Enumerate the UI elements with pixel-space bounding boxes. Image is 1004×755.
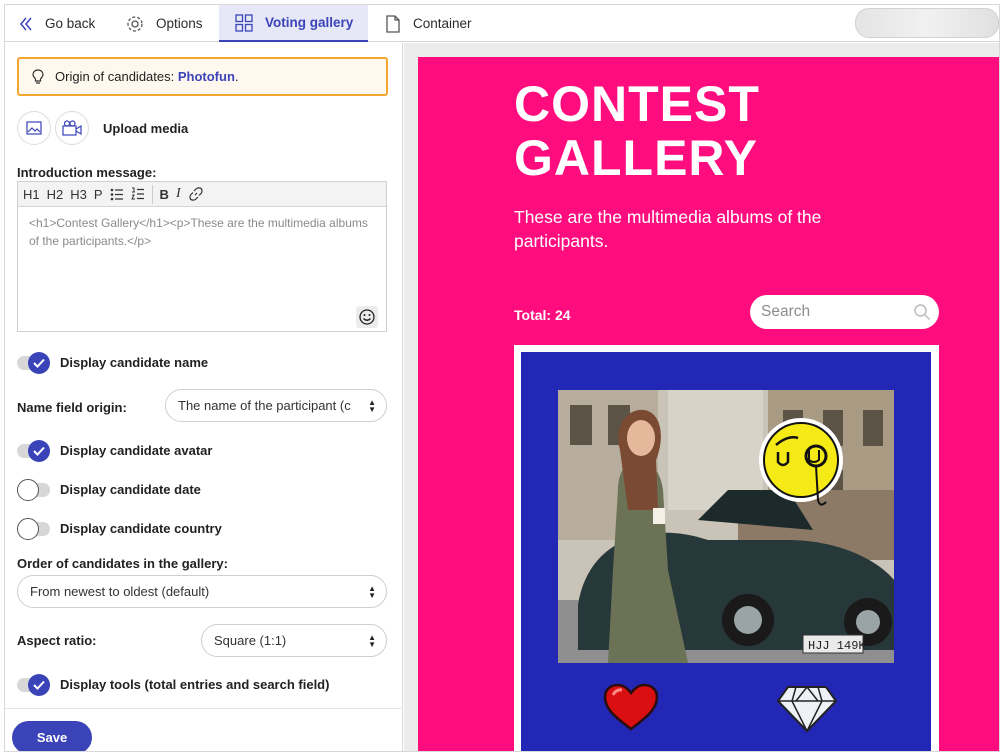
save-bar-divider	[5, 708, 403, 709]
display-date-toggle-row: Display candidate date	[17, 478, 201, 501]
container-tab[interactable]: Container	[385, 5, 472, 42]
intro-message-editor[interactable]: H1 H2 H3 P B I <h1>Contest Gallery</h1><…	[17, 181, 387, 332]
container-label: Container	[413, 16, 472, 31]
name-field-origin-value: The name of the participant (c	[178, 398, 351, 413]
h2-button[interactable]: H2	[47, 187, 64, 202]
display-name-label: Display candidate name	[60, 355, 209, 370]
search-icon	[914, 304, 931, 321]
search-placeholder: Search	[761, 303, 811, 320]
chevron-double-left-icon	[20, 17, 32, 30]
candidate-card-background: HJJ 149K	[521, 352, 931, 751]
go-back-tab[interactable]: Go back	[19, 5, 95, 42]
check-icon	[33, 680, 45, 690]
account-pill[interactable]	[855, 8, 999, 38]
display-tools-toggle-row: Display tools (total entries and search …	[17, 673, 330, 696]
lightbulb-icon	[32, 68, 44, 84]
upload-image-button[interactable]	[17, 111, 51, 145]
diamond-vote-button[interactable]	[776, 685, 838, 738]
heart-icon	[603, 683, 659, 731]
h3-button[interactable]: H3	[70, 187, 87, 202]
check-icon	[33, 358, 45, 368]
gallery-search-input[interactable]: Search	[750, 295, 939, 329]
display-avatar-toggle[interactable]	[17, 439, 50, 462]
settings-panel: Origin of candidates: Photofun. Upload m…	[5, 43, 403, 751]
gallery-title: CONTEST GALLERY	[514, 77, 760, 185]
order-value: From newest to oldest (default)	[30, 584, 210, 599]
preview-panel: CONTEST GALLERY These are the multimedia…	[404, 43, 999, 751]
display-country-label: Display candidate country	[60, 521, 222, 536]
app-window: Go back Options Voting gallery Container…	[4, 4, 1000, 752]
name-field-origin-select[interactable]: The name of the participant (c ▲ ▼	[165, 389, 387, 422]
origin-text: Origin of candidates: Photofun.	[55, 69, 239, 84]
bold-button[interactable]: B	[160, 187, 169, 202]
candidate-photo-illustration: HJJ 149K	[558, 390, 894, 663]
origin-suffix: .	[234, 69, 239, 84]
top-navigation-bar: Go back Options Voting gallery Container	[5, 5, 999, 42]
upload-media-label[interactable]: Upload media	[103, 121, 188, 136]
options-label: Options	[156, 16, 203, 31]
candidate-card[interactable]: HJJ 149K	[514, 345, 939, 751]
origin-prefix: Origin of candidates:	[55, 69, 175, 84]
aspect-ratio-label: Aspect ratio:	[17, 633, 97, 648]
voting-gallery-label: Voting gallery	[265, 15, 354, 30]
order-select[interactable]: From newest to oldest (default) ▲ ▼	[17, 575, 387, 608]
candidate-photo[interactable]: HJJ 149K	[558, 390, 894, 663]
smiley-icon	[359, 309, 375, 325]
bullet-list-icon[interactable]	[110, 188, 124, 201]
paragraph-button[interactable]: P	[94, 187, 103, 202]
gallery-subtitle: These are the multimedia albums of the p…	[514, 207, 822, 251]
image-icon	[26, 121, 42, 135]
toolbar-divider	[151, 184, 153, 204]
select-arrows-icon: ▲ ▼	[368, 398, 376, 414]
display-avatar-toggle-row: Display candidate avatar	[17, 439, 213, 462]
italic-button[interactable]: I	[176, 186, 181, 202]
origin-link[interactable]: Photofun	[178, 69, 235, 84]
display-country-toggle-row: Display candidate country	[17, 517, 222, 540]
upload-media-row: Upload media	[17, 111, 188, 145]
diamond-icon	[776, 686, 838, 733]
display-avatar-label: Display candidate avatar	[60, 443, 213, 458]
grid-icon	[235, 13, 253, 32]
display-date-toggle[interactable]	[17, 478, 50, 501]
go-back-label: Go back	[45, 16, 96, 31]
voting-gallery-tab[interactable]: Voting gallery	[219, 5, 368, 42]
select-arrows-icon: ▲ ▼	[368, 584, 376, 600]
link-icon[interactable]	[188, 186, 204, 202]
gallery-preview: CONTEST GALLERY These are the multimedia…	[418, 57, 999, 751]
total-entries: Total: 24	[514, 307, 571, 323]
aspect-ratio-select[interactable]: Square (1:1) ▲ ▼	[201, 624, 387, 657]
gallery-title-line2: GALLERY	[514, 130, 759, 186]
gallery-title-line1: CONTEST	[514, 76, 760, 132]
editor-toolbar: H1 H2 H3 P B I	[18, 182, 386, 207]
select-arrows-icon: ▲ ▼	[368, 633, 376, 649]
numbered-list-icon[interactable]	[130, 187, 145, 201]
display-country-toggle[interactable]	[17, 517, 50, 540]
gear-icon	[127, 15, 143, 32]
aspect-ratio-value: Square (1:1)	[214, 633, 287, 648]
save-button[interactable]: Save	[12, 721, 92, 751]
intro-message-label: Introduction message:	[17, 165, 157, 180]
display-name-toggle-row: Display candidate name	[17, 351, 209, 374]
document-icon	[386, 14, 400, 33]
h1-button[interactable]: H1	[23, 187, 40, 202]
order-label: Order of candidates in the gallery:	[17, 556, 228, 571]
options-tab[interactable]: Options	[126, 5, 203, 42]
emoji-button[interactable]	[356, 306, 378, 328]
display-tools-toggle[interactable]	[17, 673, 50, 696]
heart-vote-button[interactable]	[603, 683, 659, 738]
origin-notice: Origin of candidates: Photofun.	[17, 57, 388, 96]
check-icon	[33, 446, 45, 456]
video-camera-icon	[62, 120, 82, 136]
display-tools-label: Display tools (total entries and search …	[60, 677, 330, 692]
name-field-origin-label: Name field origin:	[17, 400, 127, 415]
upload-video-button[interactable]	[55, 111, 89, 145]
display-date-label: Display candidate date	[60, 482, 201, 497]
display-name-toggle[interactable]	[17, 351, 50, 374]
license-plate: HJJ 149K	[808, 639, 866, 653]
intro-message-text[interactable]: <h1>Contest Gallery</h1><p>These are the…	[18, 207, 386, 257]
